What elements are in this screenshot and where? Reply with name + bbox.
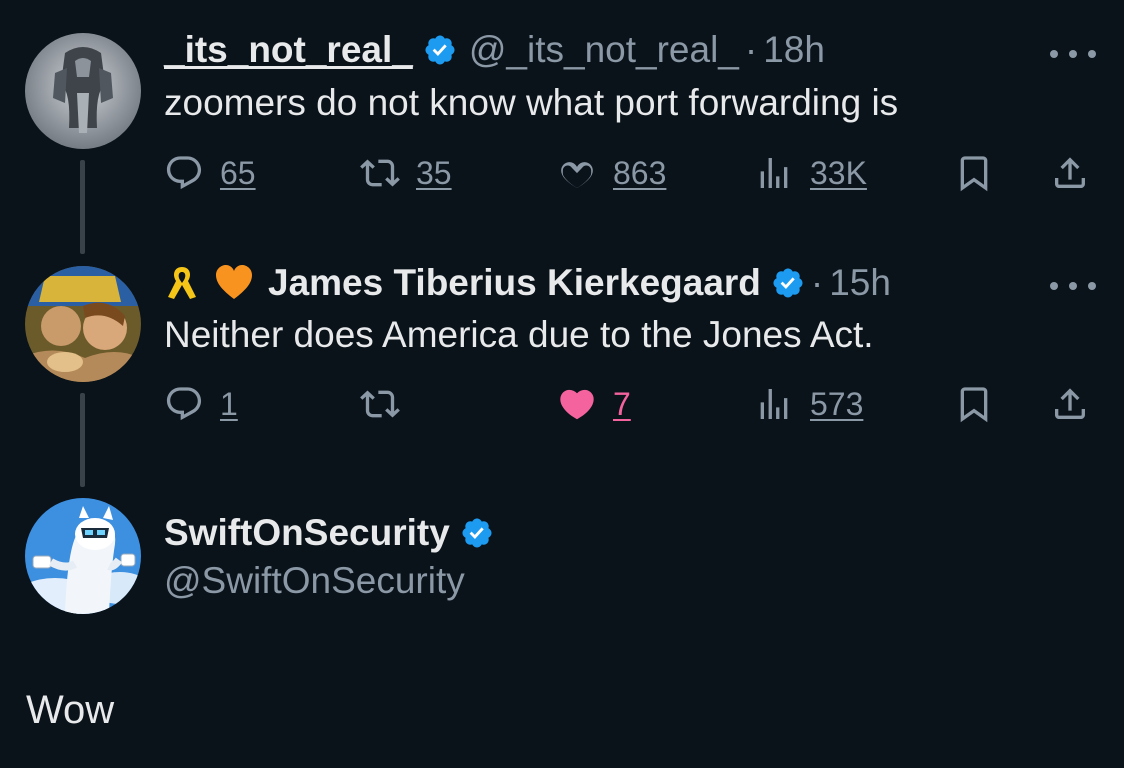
retweet-count: 35 bbox=[416, 154, 452, 191]
tweet-2-actions: 1 7 573 bbox=[164, 380, 1092, 428]
tweet-1-text: zoomers do not know what port forwarding… bbox=[164, 82, 899, 123]
orange-heart-icon bbox=[214, 263, 254, 303]
tweet-1-header: _its_not_real_ @_its_not_real_ · 18h bbox=[164, 28, 825, 72]
reply-button[interactable]: 1 bbox=[164, 380, 238, 428]
reply-button[interactable]: 65 bbox=[164, 149, 256, 197]
share-button[interactable] bbox=[1050, 149, 1090, 197]
like-icon bbox=[560, 389, 594, 420]
yellow-ribbon-icon bbox=[164, 263, 200, 303]
bookmark-button[interactable] bbox=[954, 380, 994, 428]
reply-count: 65 bbox=[220, 154, 256, 191]
avatar-image bbox=[25, 498, 141, 614]
reply-text: Wow bbox=[26, 688, 115, 732]
thread-view: _its_not_real_ @_its_not_real_ · 18h zoo… bbox=[0, 0, 1124, 768]
author-name-text: SwiftOnSecurity bbox=[164, 512, 450, 553]
verified-badge-icon bbox=[771, 266, 805, 300]
tweet-2-timestamp[interactable]: 15h bbox=[829, 261, 891, 305]
tweet-2-text: Neither does America due to the Jones Ac… bbox=[164, 314, 874, 355]
tweet-1-author-name[interactable]: _its_not_real_ bbox=[164, 28, 413, 72]
separator-dot: · bbox=[744, 29, 758, 70]
tweet-2-author-name[interactable]: James Tiberius Kierkegaard bbox=[268, 261, 761, 305]
view-count: 573 bbox=[810, 385, 864, 422]
avatar-its-not-real[interactable] bbox=[25, 33, 141, 149]
like-count: 7 bbox=[613, 385, 631, 422]
bookmark-icon bbox=[960, 387, 988, 423]
retweet-icon bbox=[360, 159, 400, 187]
avatar-james-tiberius-kierkegaard[interactable] bbox=[25, 266, 141, 382]
reply-count: 1 bbox=[220, 385, 238, 422]
separator-dot: · bbox=[810, 262, 824, 303]
like-button[interactable]: 7 bbox=[557, 380, 631, 428]
more-icon[interactable] bbox=[1050, 44, 1096, 64]
like-icon bbox=[561, 162, 593, 188]
views-button[interactable]: 33K bbox=[754, 149, 867, 197]
author-handle[interactable]: @SwiftOnSecurity bbox=[164, 559, 465, 603]
tweet-1-timestamp[interactable]: 18h bbox=[763, 28, 825, 72]
tweet-1-actions: 65 35 863 33K bbox=[164, 149, 1092, 197]
views-icon bbox=[760, 389, 788, 419]
avatar-swiftonsecurity[interactable] bbox=[25, 498, 141, 614]
verified-badge-icon bbox=[423, 33, 457, 67]
retweet-icon bbox=[360, 390, 400, 418]
avatar-image bbox=[25, 33, 141, 149]
verified-badge-icon bbox=[460, 516, 494, 550]
author-name[interactable]: SwiftOnSecurity bbox=[164, 511, 494, 555]
retweet-button[interactable] bbox=[360, 380, 400, 428]
views-button[interactable]: 573 bbox=[754, 380, 863, 428]
bookmark-button[interactable] bbox=[954, 149, 994, 197]
bookmark-icon bbox=[960, 156, 988, 192]
retweet-button[interactable]: 35 bbox=[360, 149, 452, 197]
view-count: 33K bbox=[810, 154, 867, 191]
more-icon[interactable] bbox=[1050, 276, 1096, 296]
share-icon bbox=[1055, 157, 1085, 188]
share-icon bbox=[1055, 388, 1085, 419]
tweet-1-handle[interactable]: @_its_not_real_ bbox=[469, 28, 739, 72]
share-button[interactable] bbox=[1050, 380, 1090, 428]
reply-icon bbox=[166, 387, 202, 421]
avatar-image bbox=[25, 266, 141, 382]
reply-icon bbox=[166, 156, 202, 190]
thread-connector-line bbox=[80, 393, 85, 487]
tweet-2-header: James Tiberius Kierkegaard · 15h bbox=[164, 261, 891, 305]
thread-connector-line bbox=[80, 160, 85, 254]
like-button[interactable]: 863 bbox=[557, 149, 666, 197]
like-count: 863 bbox=[613, 154, 667, 191]
views-icon bbox=[760, 158, 788, 188]
